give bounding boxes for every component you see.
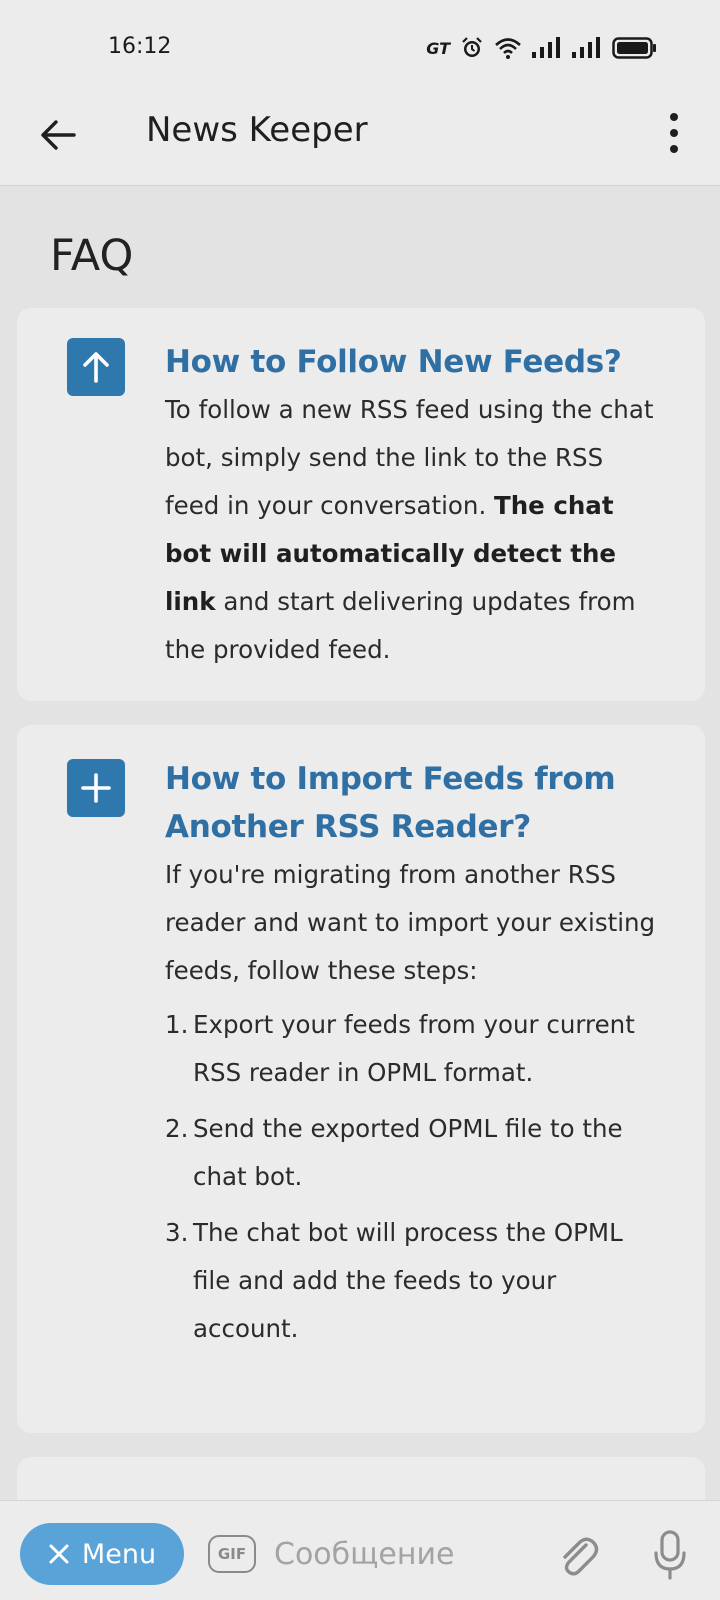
microphone-icon[interactable]	[652, 1529, 688, 1581]
more-options-icon[interactable]	[664, 108, 684, 158]
step-text: Send the exported OPML file to the chat …	[193, 1114, 623, 1191]
list-item: 3. The chat bot will process the OPML fil…	[165, 1218, 623, 1343]
faq-content[interactable]: FAQ How to Follow New Feeds? To follow a…	[0, 187, 720, 1500]
status-bar: 16:12 GT	[0, 0, 720, 88]
faq-card-body: How to Follow New Feeds? To follow a new…	[165, 338, 665, 674]
faq-intro: If you're migrating from another RSS rea…	[165, 860, 656, 985]
step-text: The chat bot will process the OPML file …	[193, 1218, 623, 1343]
step-text: Export your feeds from your current RSS …	[193, 1010, 635, 1087]
faq-title: How to Follow New Feeds?	[165, 344, 622, 380]
faq-answer: To follow a new RSS feed using the chat …	[165, 386, 665, 674]
menu-button[interactable]: Menu	[20, 1523, 184, 1585]
import-steps: 1. Export your feeds from your current RS…	[165, 1001, 665, 1353]
plus-icon	[67, 759, 125, 817]
wifi-icon	[495, 38, 521, 59]
faq-card-body: How to Import Feeds from Another RSS Rea…	[165, 755, 665, 1361]
faq-answer-text: and start delivering updates from the pr…	[165, 587, 636, 664]
status-time: 16:12	[108, 34, 172, 59]
faq-card-next	[17, 1457, 705, 1500]
battery-icon	[612, 37, 656, 59]
faq-title: How to Import Feeds from Another RSS Rea…	[165, 761, 616, 845]
paperclip-icon[interactable]	[556, 1531, 600, 1581]
message-input[interactable]	[274, 1529, 514, 1579]
alarm-icon	[462, 37, 482, 57]
gif-icon[interactable]: GIF	[208, 1535, 256, 1573]
app-title: News Keeper	[146, 110, 368, 150]
signal-icon	[572, 37, 600, 58]
message-input-bar: Menu GIF	[0, 1500, 720, 1600]
app-bar: News Keeper	[0, 88, 720, 186]
arrow-up-icon	[67, 338, 125, 396]
faq-card-follow: How to Follow New Feeds? To follow a new…	[17, 308, 705, 701]
faq-card-import: How to Import Feeds from Another RSS Rea…	[17, 725, 705, 1433]
signal-icon	[532, 37, 560, 58]
status-icons: GT	[426, 34, 658, 62]
menu-button-label: Menu	[81, 1538, 157, 1570]
list-item: 2. Send the exported OPML file to the cha…	[165, 1114, 623, 1191]
page-title: FAQ	[50, 231, 134, 281]
list-item: 1. Export your feeds from your current RS…	[165, 1010, 635, 1087]
close-icon	[49, 1544, 69, 1564]
back-arrow-icon[interactable]	[36, 112, 82, 158]
carrier-badge: GT	[426, 38, 450, 58]
